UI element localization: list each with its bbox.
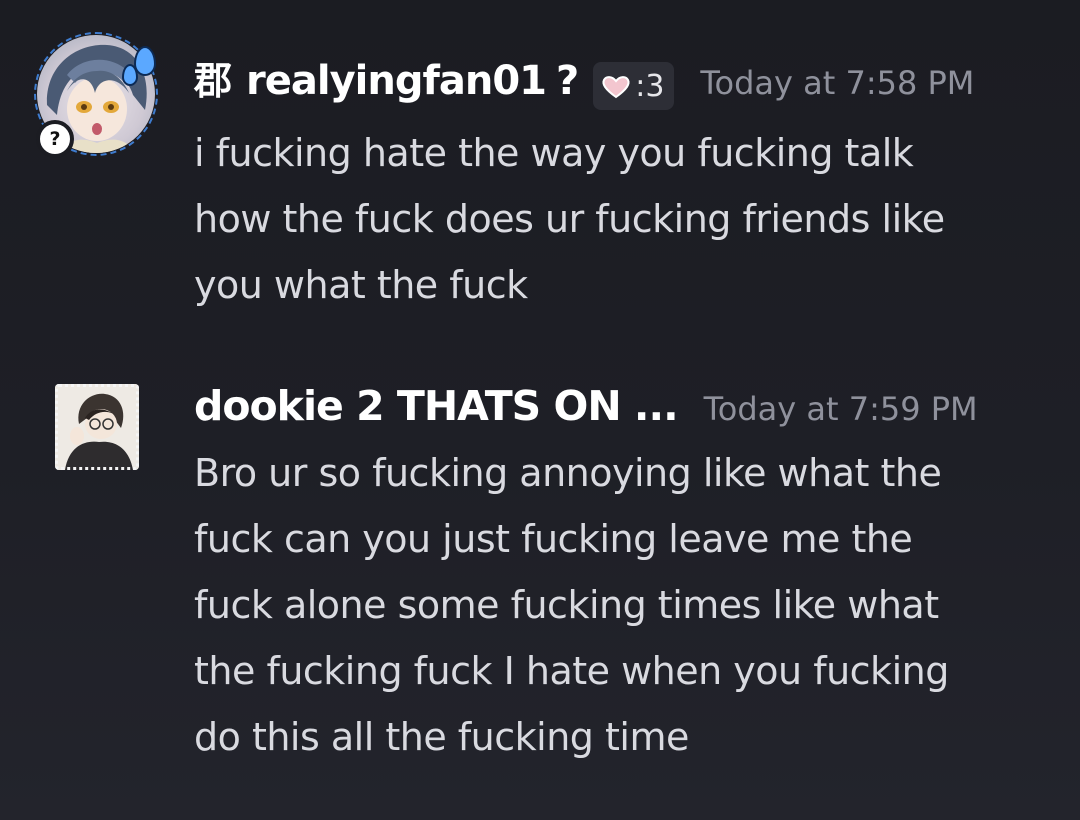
emoji-status-pill[interactable]: :3	[593, 62, 675, 110]
avatar-image-anime-character	[55, 384, 139, 470]
message-line: you what the fuck	[194, 263, 528, 307]
message-body: i fucking hate the way you fucking talk …	[194, 120, 1054, 318]
message-line: how the fuck does ur fucking friends lik…	[194, 197, 945, 241]
server-tag[interactable]: 郡	[194, 50, 232, 105]
message-line: do this all the fucking time	[194, 715, 689, 759]
avatar[interactable]	[55, 384, 139, 470]
message-header: dookie 2 THATS ON ... Today at 7:59 PM	[194, 382, 978, 438]
emoji-status-text: :3	[635, 68, 665, 104]
message-line: fuck can you just fucking leave me the	[194, 517, 913, 561]
message-line: i fucking hate the way you fucking talk	[194, 131, 914, 175]
message-line: Bro ur so fucking annoying like what the	[194, 451, 942, 495]
timestamp[interactable]: Today at 7:59 PM	[704, 390, 978, 428]
message-header: 郡 realyingfan01 ? :3 Today at 7:58 PM	[194, 50, 974, 110]
username[interactable]: realyingfan01	[246, 58, 547, 104]
pink-heart-icon	[602, 76, 630, 99]
message-line: fuck alone some fucking times like what	[194, 583, 939, 627]
message-line: the fucking fuck I hate when you fucking	[194, 649, 949, 693]
status-mark: ?	[556, 58, 580, 104]
message-body: Bro ur so fucking annoying like what the…	[194, 440, 1054, 770]
sweat-drop-icon	[122, 64, 138, 86]
username[interactable]: dookie 2 THATS ON ...	[194, 382, 679, 430]
avatar[interactable]: ?	[34, 32, 158, 158]
timestamp[interactable]: Today at 7:58 PM	[700, 64, 974, 102]
anime-boy-avatar-art	[55, 384, 139, 470]
question-mark-badge-icon: ?	[36, 120, 74, 158]
